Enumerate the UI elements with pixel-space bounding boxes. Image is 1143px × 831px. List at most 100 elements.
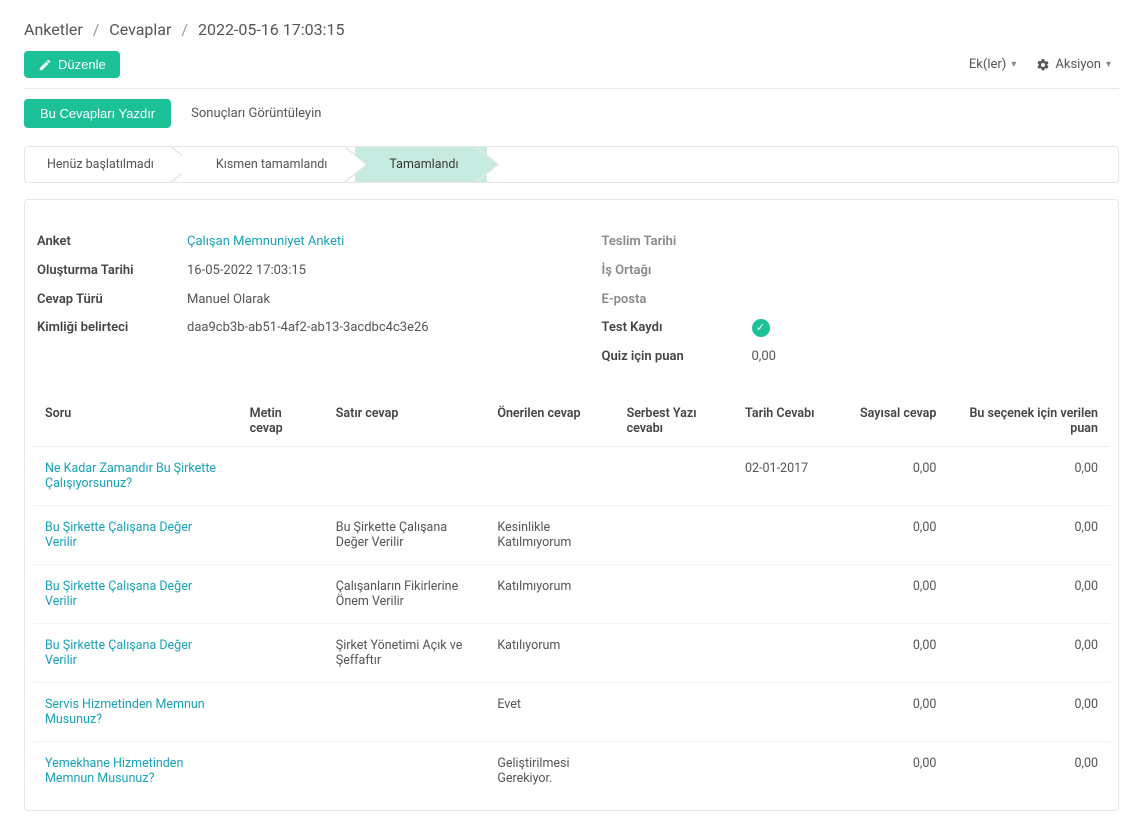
cell-score: 0,00	[948, 682, 1110, 741]
check-icon: ✓	[752, 319, 770, 337]
cell-suggested: Evet	[485, 682, 614, 741]
th-date: Tarih Cevabı	[733, 396, 841, 447]
created-value: 16-05-2022 17:03:15	[187, 261, 306, 282]
chevron-down-icon: ▾	[1106, 59, 1111, 70]
breadcrumb-sep: /	[181, 20, 188, 39]
cell-suggested: Katılmıyorum	[485, 564, 614, 623]
cell-question[interactable]: Bu Şirkette Çalışana Değer Verilir	[33, 623, 238, 682]
quiz-value: 0,00	[752, 347, 776, 368]
table-row[interactable]: Bu Şirkette Çalışana Değer Verilir Çalışa…	[33, 564, 1110, 623]
cell-numeric: 0,00	[841, 682, 949, 741]
cell-suggested: Kesinlikle Katılmıyorum	[485, 505, 614, 564]
table-row[interactable]: Bu Şirkette Çalışana Değer Verilir Bu Şir…	[33, 505, 1110, 564]
type-label: Cevap Türü	[37, 290, 187, 311]
cell-row: Çalışanların Fikirlerine Önem Verilir	[324, 564, 486, 623]
cell-free	[615, 623, 733, 682]
cell-numeric: 0,00	[841, 623, 949, 682]
breadcrumb-sep: /	[93, 20, 100, 39]
test-label: Test Kaydı	[602, 318, 752, 339]
status-partial[interactable]: Kısmen tamamlandı	[182, 147, 355, 182]
cell-free	[615, 446, 733, 505]
print-answers-button[interactable]: Bu Cevapları Yazdır	[24, 99, 171, 128]
action-row: Bu Cevapları Yazdır Sonuçları Görüntüley…	[24, 99, 1119, 128]
survey-label: Anket	[37, 232, 187, 253]
cell-text	[238, 623, 324, 682]
breadcrumb: Anketler / Cevaplar / 2022-05-16 17:03:1…	[24, 20, 1119, 39]
deadline-label: Teslim Tarihi	[602, 232, 752, 253]
th-numeric: Sayısal cevap	[841, 396, 949, 447]
action-label: Aksiyon	[1055, 57, 1101, 72]
cell-row: Bu Şirkette Çalışana Değer Verilir	[324, 505, 486, 564]
cell-suggested	[485, 446, 614, 505]
attachments-label: Ek(ler)	[969, 57, 1006, 72]
cell-row	[324, 446, 486, 505]
cell-text	[238, 741, 324, 800]
token-value: daa9cb3b-ab51-4af2-ab13-3acdbc4c3e26	[187, 318, 429, 339]
edit-button-label: Düzenle	[58, 57, 106, 72]
attachments-button[interactable]: Ek(ler) ▾	[969, 57, 1016, 72]
cell-date	[733, 623, 841, 682]
cell-text	[238, 564, 324, 623]
table-row[interactable]: Servis Hizmetinden Memnun Musunuz? Evet 0,…	[33, 682, 1110, 741]
email-label: E-posta	[602, 290, 752, 311]
view-results-link[interactable]: Sonuçları Görüntüleyin	[191, 106, 321, 121]
th-score: Bu seçenek için verilen puan	[948, 396, 1110, 447]
cell-free	[615, 682, 733, 741]
th-free: Serbest Yazı cevabı	[615, 396, 733, 447]
cell-numeric: 0,00	[841, 505, 949, 564]
partner-label: İş Ortağı	[602, 261, 752, 282]
gear-icon	[1036, 58, 1050, 72]
cell-date	[733, 682, 841, 741]
answers-table: Soru Metin cevap Satır cevap Önerilen ce…	[33, 396, 1110, 800]
cell-score: 0,00	[948, 446, 1110, 505]
cell-suggested: Geliştirilmesi Gerekiyor.	[485, 741, 614, 800]
cell-text	[238, 682, 324, 741]
cell-score: 0,00	[948, 505, 1110, 564]
cell-score: 0,00	[948, 623, 1110, 682]
quiz-label: Quiz için puan	[602, 347, 752, 368]
action-button[interactable]: Aksiyon ▾	[1036, 57, 1111, 72]
cell-question[interactable]: Yemekhane Hizmetinden Memnun Musunuz?	[33, 741, 238, 800]
cell-free	[615, 741, 733, 800]
cell-score: 0,00	[948, 564, 1110, 623]
status-completed[interactable]: Tamamlandı	[355, 147, 486, 182]
edit-button[interactable]: Düzenle	[24, 51, 120, 78]
cell-text	[238, 505, 324, 564]
cell-suggested: Katılıyorum	[485, 623, 614, 682]
toolbar: Düzenle Ek(ler) ▾ Aksiyon ▾	[24, 51, 1119, 89]
th-text: Metin cevap	[238, 396, 324, 447]
test-value: ✓	[752, 318, 770, 339]
type-value: Manuel Olarak	[187, 290, 270, 311]
cell-date	[733, 564, 841, 623]
cell-date	[733, 741, 841, 800]
cell-free	[615, 505, 733, 564]
th-suggested: Önerilen cevap	[485, 396, 614, 447]
status-not-started[interactable]: Henüz başlatılmadı	[25, 147, 182, 182]
cell-question[interactable]: Servis Hizmetinden Memnun Musunuz?	[33, 682, 238, 741]
cell-free	[615, 564, 733, 623]
cell-question[interactable]: Bu Şirkette Çalışana Değer Verilir	[33, 564, 238, 623]
cell-row: Şirket Yönetimi Açık ve Şeffaftır	[324, 623, 486, 682]
cell-score: 0,00	[948, 741, 1110, 800]
cell-date: 02-01-2017	[733, 446, 841, 505]
chevron-down-icon: ▾	[1011, 59, 1016, 70]
cell-date	[733, 505, 841, 564]
cell-question[interactable]: Bu Şirkette Çalışana Değer Verilir	[33, 505, 238, 564]
breadcrumb-answers[interactable]: Cevaplar	[109, 20, 171, 39]
cell-text	[238, 446, 324, 505]
cell-row	[324, 741, 486, 800]
cell-row	[324, 682, 486, 741]
survey-value[interactable]: Çalışan Memnuniyet Anketi	[187, 232, 344, 253]
table-row[interactable]: Yemekhane Hizmetinden Memnun Musunuz? Gel…	[33, 741, 1110, 800]
table-row[interactable]: Bu Şirkette Çalışana Değer Verilir Şirket…	[33, 623, 1110, 682]
th-question: Soru	[33, 396, 238, 447]
info-grid: Anket Çalışan Memnuniyet Anketi Oluşturm…	[33, 228, 1110, 396]
cell-question[interactable]: Ne Kadar Zamandır Bu Şirkette Çalışıyors…	[33, 446, 238, 505]
cell-numeric: 0,00	[841, 741, 949, 800]
table-row[interactable]: Ne Kadar Zamandır Bu Şirkette Çalışıyors…	[33, 446, 1110, 505]
breadcrumb-surveys[interactable]: Anketler	[24, 20, 83, 39]
breadcrumb-current: 2022-05-16 17:03:15	[198, 20, 344, 39]
token-label: Kimliği belirteci	[37, 318, 187, 339]
cell-numeric: 0,00	[841, 564, 949, 623]
th-row: Satır cevap	[324, 396, 486, 447]
